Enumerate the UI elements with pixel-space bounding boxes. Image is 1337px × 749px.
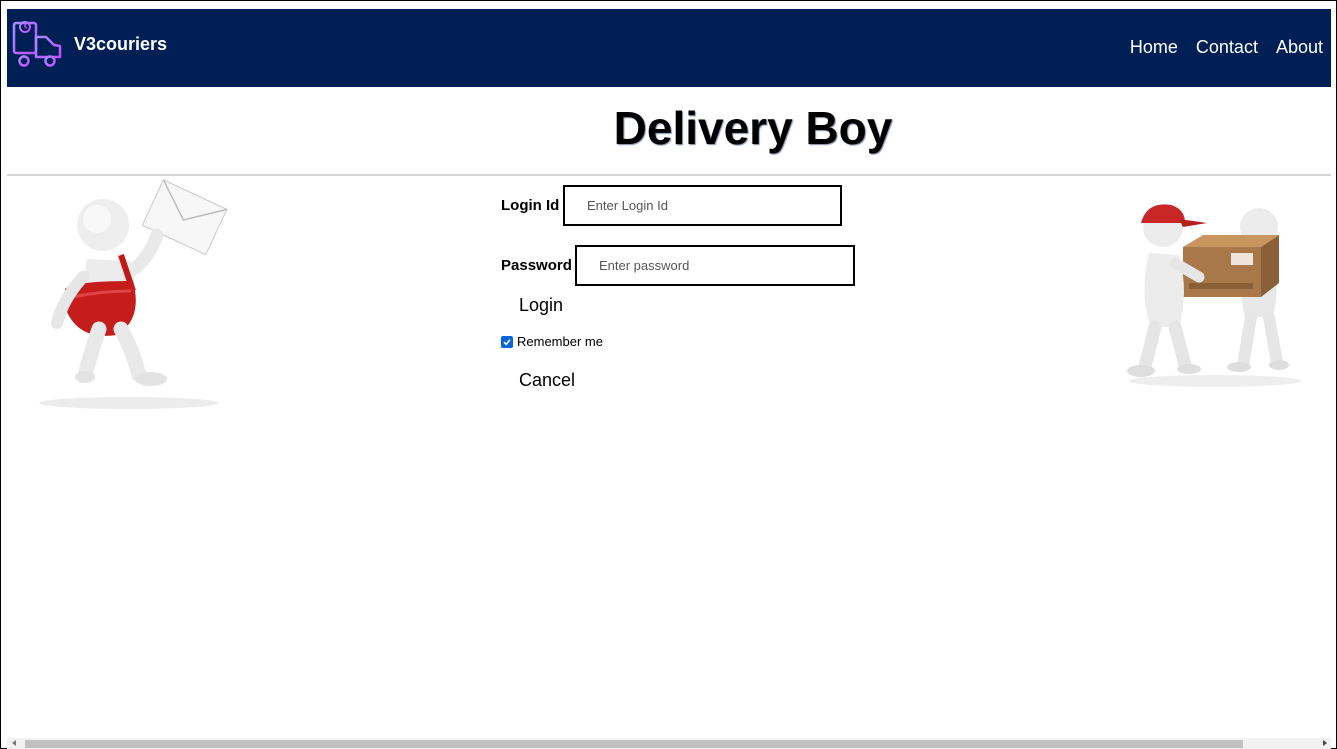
password-input[interactable]: [575, 245, 855, 286]
password-label: Password: [501, 257, 572, 274]
remember-label: Remember me: [517, 334, 603, 349]
brand-name: V3couriers: [74, 33, 168, 54]
login-id-input[interactable]: [563, 185, 842, 226]
nav-link-home[interactable]: Home: [1130, 37, 1178, 58]
remember-checkbox[interactable]: [501, 335, 513, 348]
login-button[interactable]: Login: [519, 295, 563, 316]
brand[interactable]: V3couriers: [10, 19, 167, 69]
mail-carrier-illustration: [39, 179, 228, 409]
nav-link-contact[interactable]: Contact: [1196, 37, 1258, 58]
checkmark-icon: [503, 338, 511, 345]
scrollbar-thumb[interactable]: [25, 740, 1243, 748]
app-frame: V3couriers Home Contact About Delivery B…: [0, 0, 1337, 749]
title-divider: [7, 174, 1331, 176]
scroll-left-arrow-icon[interactable]: [12, 740, 16, 746]
page-title: Delivery Boy: [613, 102, 893, 154]
nav-links: Home Contact About: [1130, 37, 1323, 58]
package-carriers-illustration: [1127, 204, 1301, 387]
cancel-button[interactable]: Cancel: [519, 370, 575, 391]
nav-link-about[interactable]: About: [1276, 37, 1323, 58]
scroll-right-arrow-icon[interactable]: [1323, 740, 1327, 746]
navbar: V3couriers Home Contact About: [7, 9, 1331, 87]
login-id-label: Login Id: [501, 197, 560, 214]
remember-me[interactable]: Remember me: [501, 334, 603, 349]
horizontal-scrollbar[interactable]: [7, 738, 1331, 749]
delivery-truck-icon: [12, 21, 64, 67]
